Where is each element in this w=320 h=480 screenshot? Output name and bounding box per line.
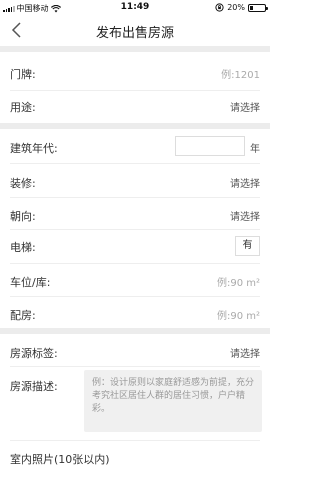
orientation-select[interactable]: 请选择 <box>230 208 260 223</box>
tags-select[interactable]: 请选择 <box>230 345 260 360</box>
status-right: 20% <box>215 3 268 12</box>
photos-label: 室内照片(10张以内) <box>10 453 110 466</box>
nav-bar: 发布出售房源 <box>0 16 270 46</box>
description-label: 房源描述: <box>10 380 58 393</box>
row-divider <box>10 197 260 198</box>
door-number-label: 门牌: <box>10 68 36 81</box>
decoration-label: 装修: <box>10 177 36 190</box>
battery-icon <box>248 3 268 12</box>
usage-row[interactable]: 用途: 请选择 <box>0 96 270 116</box>
elevator-row: 电梯: <box>0 236 270 256</box>
decoration-select[interactable]: 请选择 <box>230 175 260 190</box>
usage-select[interactable]: 请选择 <box>230 99 260 114</box>
photos-row: 室内照片(10张以内) <box>0 448 270 468</box>
tags-row[interactable]: 房源标签: 请选择 <box>0 342 270 362</box>
row-divider <box>10 440 260 441</box>
build-year-unit: 年 <box>250 144 260 155</box>
status-bar: 中国移动 11:49 20% <box>0 0 270 16</box>
decoration-row[interactable]: 装修: 请选择 <box>0 172 270 192</box>
battery-percent: 20% <box>227 3 245 12</box>
parking-input[interactable]: 例:90 m² <box>217 274 260 289</box>
row-divider <box>10 229 260 230</box>
row-divider <box>10 163 260 164</box>
row-divider <box>10 90 260 91</box>
accessory-room-row[interactable]: 配房: 例:90 m² <box>0 304 270 324</box>
orientation-row[interactable]: 朝向: 请选择 <box>0 205 270 225</box>
section-divider <box>0 328 270 334</box>
parking-label: 车位/库: <box>10 276 51 289</box>
row-divider <box>10 296 260 297</box>
row-divider <box>10 366 260 367</box>
door-number-row[interactable]: 门牌: 例:1201 <box>0 63 270 83</box>
orientation-lock-icon <box>215 3 224 12</box>
door-number-input[interactable]: 例:1201 <box>221 66 260 81</box>
section-divider <box>0 46 270 52</box>
elevator-toggle[interactable]: 有 <box>235 236 260 256</box>
orientation-label: 朝向: <box>10 210 36 223</box>
accessory-room-input[interactable]: 例:90 m² <box>217 307 260 322</box>
section-divider <box>0 123 270 129</box>
tags-label: 房源标签: <box>10 347 58 360</box>
elevator-label: 电梯: <box>10 241 36 254</box>
build-year-input[interactable] <box>175 136 245 156</box>
accessory-room-label: 配房: <box>10 309 36 322</box>
row-divider <box>10 263 260 264</box>
parking-row[interactable]: 车位/库: 例:90 m² <box>0 271 270 291</box>
page-title: 发布出售房源 <box>95 26 174 41</box>
description-textarea[interactable]: 例：设计原则以家庭舒适感为前提，充分考究社区居住人群的居住习惯，户户精彩。 <box>84 370 262 432</box>
usage-label: 用途: <box>10 101 36 114</box>
build-year-label: 建筑年代: <box>10 142 58 155</box>
